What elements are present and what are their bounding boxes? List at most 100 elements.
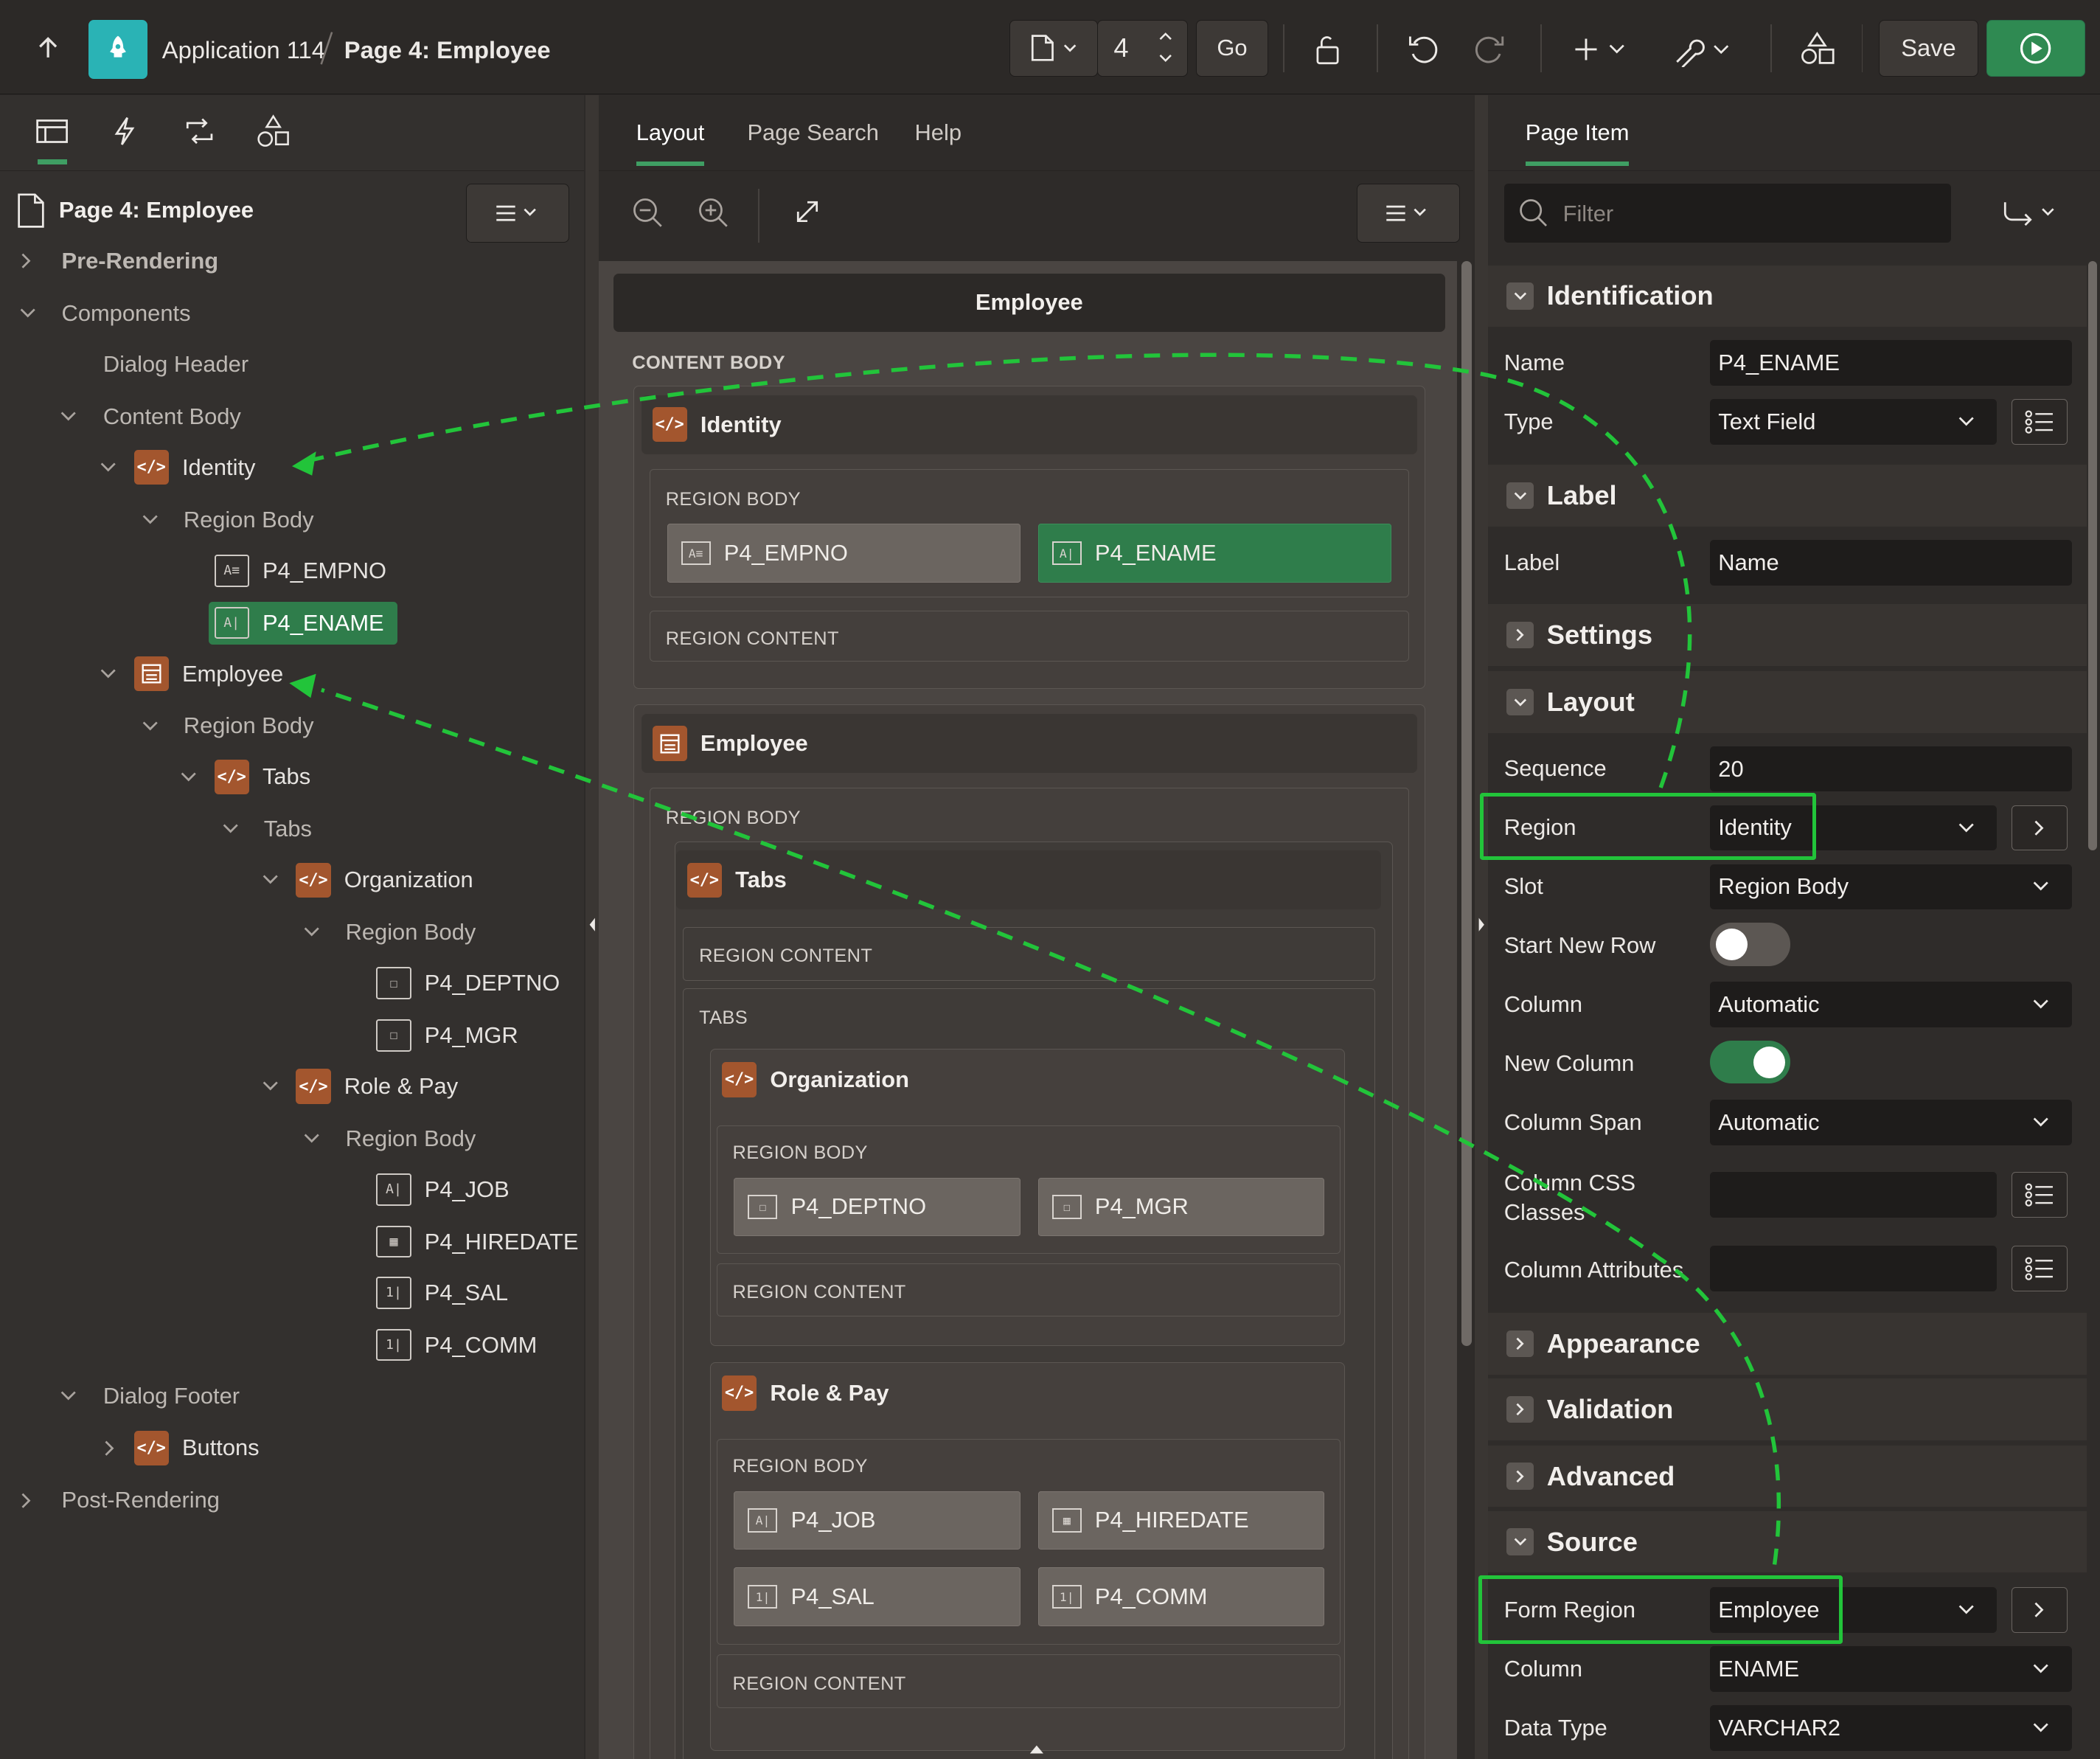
tab-help[interactable]: Help bbox=[915, 119, 962, 146]
region-goto-button[interactable] bbox=[2012, 805, 2068, 851]
tree-node-region-body[interactable]: Region Body bbox=[302, 1116, 476, 1162]
shared-components-icon[interactable] bbox=[1798, 30, 1836, 67]
form-region-goto-button[interactable] bbox=[2012, 1587, 2068, 1634]
tree-node-p4-empno[interactable]: A≡ P4_EMPNO bbox=[214, 548, 386, 594]
column-css-field[interactable] bbox=[1710, 1172, 1998, 1218]
filter-input[interactable]: Filter bbox=[1503, 183, 1952, 243]
tree-node-region-body[interactable]: Region Body bbox=[141, 704, 314, 749]
item-p4-mgr[interactable]: ☐ P4_MGR bbox=[1037, 1177, 1325, 1237]
tree-node-post-rendering[interactable]: Post-Rendering bbox=[18, 1477, 220, 1523]
tab-page-item[interactable]: Page Item bbox=[1525, 119, 1630, 166]
tree-node-p4-hiredate[interactable]: ▦ P4_HIREDATE bbox=[376, 1219, 578, 1265]
tree-node-dialog-footer[interactable]: Dialog Footer bbox=[59, 1373, 240, 1419]
source-column-select[interactable]: ENAME bbox=[1710, 1646, 2072, 1692]
right-splitter[interactable] bbox=[1474, 94, 1488, 1759]
up-arrow-icon[interactable] bbox=[35, 35, 61, 61]
item-p4-hiredate[interactable]: ▦ P4_HIREDATE bbox=[1037, 1491, 1325, 1550]
tree-menu-button[interactable] bbox=[466, 183, 569, 243]
tree-node-employee[interactable]: Employee bbox=[99, 651, 283, 697]
tree-node-tabs-slot[interactable]: Tabs bbox=[221, 806, 312, 852]
page-selector-button[interactable] bbox=[1009, 20, 1099, 77]
layout-scrollbar[interactable] bbox=[1461, 261, 1473, 1347]
scroll-up-arrow-icon[interactable] bbox=[1029, 1743, 1045, 1756]
employee-region-header[interactable]: Employee bbox=[641, 714, 1417, 773]
tree-node-region-body[interactable]: Region Body bbox=[141, 497, 314, 543]
app-icon[interactable] bbox=[88, 20, 147, 80]
page-shared-components-icon[interactable] bbox=[256, 114, 291, 148]
tree-node-components[interactable]: Components bbox=[18, 291, 191, 336]
tree-node-dialog-header[interactable]: Dialog Header bbox=[103, 341, 248, 387]
app-name-link[interactable]: Application 114 bbox=[162, 36, 325, 64]
group-label[interactable]: Label bbox=[1487, 465, 2087, 527]
tree-page-title[interactable]: Page 4: Employee bbox=[59, 197, 254, 223]
slot-select[interactable]: Region Body bbox=[1710, 864, 2072, 910]
data-type-select[interactable]: VARCHAR2 bbox=[1710, 1705, 2072, 1751]
tree-node-buttons[interactable]: </> Buttons bbox=[102, 1426, 260, 1471]
tree-node-p4-sal[interactable]: 1| P4_SAL bbox=[376, 1270, 508, 1316]
column-select[interactable]: Automatic bbox=[1710, 982, 2072, 1028]
name-field[interactable]: P4_ENAME bbox=[1710, 340, 2072, 386]
utilities-wrench-icon[interactable] bbox=[1672, 32, 1734, 67]
redo-icon[interactable] bbox=[1472, 32, 1506, 67]
page-header-employee[interactable]: Employee bbox=[613, 273, 1445, 333]
expand-icon[interactable] bbox=[793, 197, 822, 226]
tree-node-tabs-region[interactable]: </> Tabs bbox=[179, 754, 310, 800]
tree-node-p4-comm[interactable]: 1| P4_COMM bbox=[376, 1322, 537, 1368]
layout-menu-button[interactable] bbox=[1356, 183, 1460, 243]
column-attributes-list-button[interactable] bbox=[2012, 1246, 2068, 1291]
tree-node-p4-mgr[interactable]: ☐ P4_MGR bbox=[376, 1013, 518, 1058]
run-button[interactable] bbox=[1986, 20, 2085, 77]
tree-node-p4-deptno[interactable]: ☐ P4_DEPTNO bbox=[376, 960, 560, 1006]
tab-page-search[interactable]: Page Search bbox=[747, 119, 878, 146]
role-pay-region-header[interactable]: </> Role & Pay bbox=[711, 1363, 1343, 1423]
start-new-row-toggle[interactable] bbox=[1710, 923, 1791, 966]
new-column-toggle[interactable] bbox=[1710, 1041, 1791, 1084]
type-select[interactable]: Text Field bbox=[1710, 399, 1998, 445]
item-p4-comm[interactable]: 1| P4_COMM bbox=[1037, 1567, 1325, 1626]
group-appearance[interactable]: Appearance bbox=[1487, 1312, 2087, 1375]
undo-icon[interactable] bbox=[1406, 32, 1441, 67]
zoom-in-icon[interactable] bbox=[696, 195, 731, 230]
tree-node-content-body[interactable]: Content Body bbox=[59, 394, 241, 440]
go-button[interactable]: Go bbox=[1195, 20, 1269, 77]
lock-icon[interactable] bbox=[1310, 32, 1344, 67]
tree-node-region-body[interactable]: Region Body bbox=[302, 909, 476, 955]
tree-node-pre-rendering[interactable]: Pre-Rendering bbox=[18, 238, 218, 284]
zoom-out-icon[interactable] bbox=[630, 195, 665, 230]
sequence-field[interactable]: 20 bbox=[1710, 746, 2072, 792]
organization-region-header[interactable]: </> Organization bbox=[711, 1049, 1343, 1109]
tree-node-p4-ename-selected[interactable]: A| P4_ENAME bbox=[209, 601, 397, 645]
item-p4-deptno[interactable]: ☐ P4_DEPTNO bbox=[734, 1177, 1021, 1237]
tree-node-organization[interactable]: </> Organization bbox=[261, 857, 473, 903]
property-scrollbar[interactable] bbox=[2087, 261, 2098, 851]
group-source[interactable]: Source bbox=[1487, 1510, 2087, 1573]
group-validation[interactable]: Validation bbox=[1487, 1378, 2087, 1440]
identity-region-header[interactable]: </> Identity bbox=[641, 395, 1417, 454]
tree-node-identity[interactable]: </> Identity bbox=[99, 445, 255, 490]
label-field[interactable]: Name bbox=[1710, 539, 2072, 586]
processing-icon[interactable] bbox=[182, 115, 217, 148]
column-span-select[interactable]: Automatic bbox=[1710, 1100, 2072, 1145]
group-layout[interactable]: Layout bbox=[1487, 670, 2087, 733]
column-css-list-button[interactable] bbox=[2012, 1172, 2068, 1218]
create-menu-icon[interactable] bbox=[1571, 35, 1630, 64]
group-advanced[interactable]: Advanced bbox=[1487, 1445, 2087, 1508]
item-p4-job[interactable]: A| P4_JOB bbox=[734, 1491, 1021, 1550]
left-splitter[interactable] bbox=[585, 94, 599, 1759]
tree-node-p4-job[interactable]: A| P4_JOB bbox=[376, 1167, 510, 1212]
tab-layout[interactable]: Layout bbox=[636, 119, 705, 166]
dynamic-actions-lightning-icon[interactable] bbox=[110, 115, 139, 148]
group-identification[interactable]: Identification bbox=[1487, 265, 2087, 327]
go-to-group-icon[interactable] bbox=[2000, 197, 2059, 229]
group-settings[interactable]: Settings bbox=[1487, 604, 2087, 666]
column-attributes-field[interactable] bbox=[1710, 1246, 1998, 1291]
tree-node-role-pay[interactable]: </> Role & Pay bbox=[261, 1064, 458, 1109]
save-button[interactable]: Save bbox=[1879, 20, 1978, 77]
page-number-input[interactable]: 4 bbox=[1096, 20, 1189, 77]
item-p4-empno[interactable]: A≡ P4_EMPNO bbox=[667, 524, 1021, 583]
tabs-region-header[interactable]: </> Tabs bbox=[676, 850, 1381, 910]
type-list-button[interactable] bbox=[2012, 399, 2068, 445]
item-p4-ename-selected[interactable]: A| P4_ENAME bbox=[1037, 524, 1392, 583]
rendering-tab-icon[interactable] bbox=[35, 117, 69, 146]
item-p4-sal[interactable]: 1| P4_SAL bbox=[734, 1567, 1021, 1626]
